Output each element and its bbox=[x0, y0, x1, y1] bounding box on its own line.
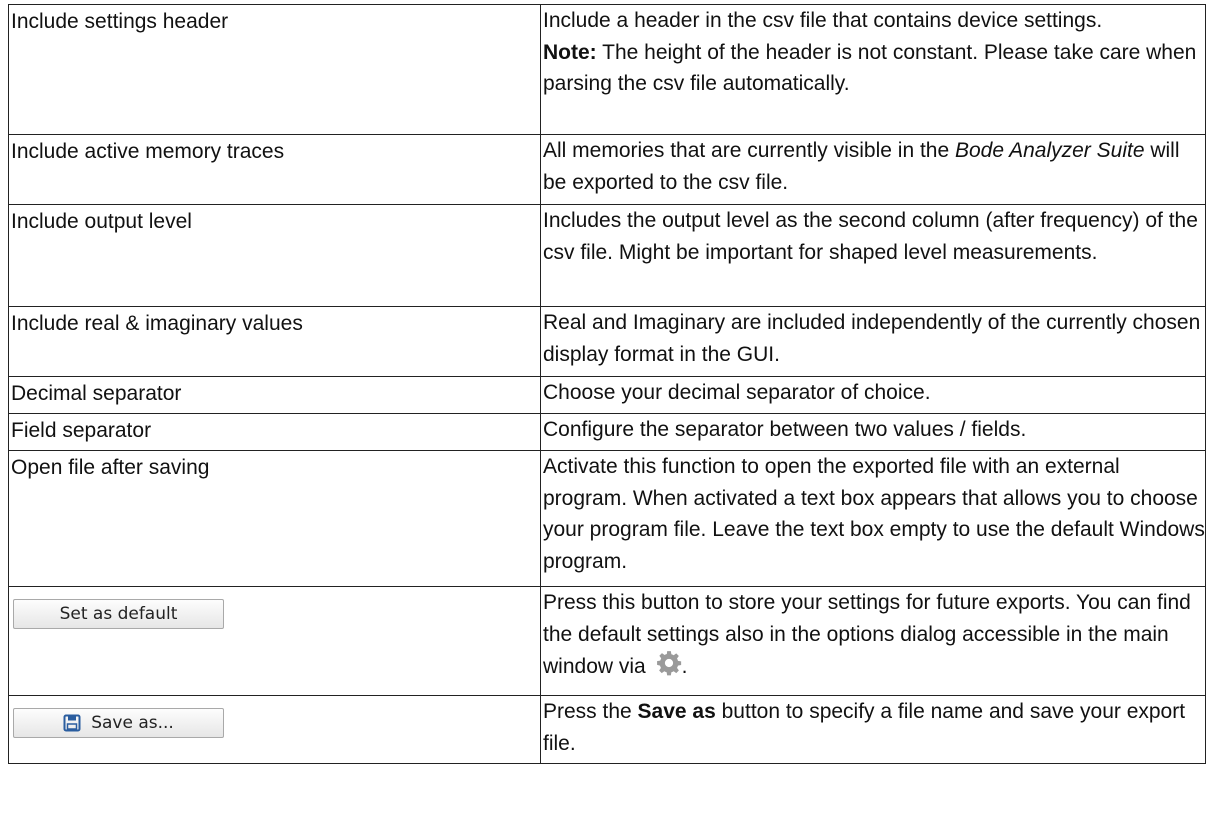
option-label: Open file after saving bbox=[11, 456, 210, 479]
product-name: Bode Analyzer Suite bbox=[955, 139, 1145, 162]
description-text: Press the bbox=[543, 700, 638, 723]
option-label: Include settings header bbox=[11, 10, 229, 33]
option-description: Press this button to store your settings… bbox=[543, 587, 1205, 683]
option-name-cell: Set as default bbox=[8, 586, 541, 696]
option-label: Field separator bbox=[11, 419, 152, 442]
option-description: Includes the output level as the second … bbox=[543, 209, 1198, 264]
option-description-cell: Include a header in the csv file that co… bbox=[540, 4, 1206, 135]
option-name-cell: Decimal separator bbox=[8, 376, 541, 414]
export-options-table: Include settings header Include a header… bbox=[8, 4, 1206, 764]
option-label: Include output level bbox=[11, 210, 192, 233]
table-row: Include output level Includes the output… bbox=[8, 204, 1206, 307]
table-row: Open file after saving Activate this fun… bbox=[8, 450, 1206, 587]
table-row: Set as default Press this button to stor… bbox=[8, 586, 1206, 696]
save-as-label: Save as... bbox=[91, 712, 174, 733]
table-row: Include active memory traces All memorie… bbox=[8, 134, 1206, 205]
option-name-cell: Include output level bbox=[8, 204, 541, 307]
description-text: Include a header in the csv file that co… bbox=[543, 9, 1103, 32]
description-text: . bbox=[681, 655, 688, 679]
description-text: All memories that are currently visible … bbox=[543, 139, 955, 162]
option-description-cell: All memories that are currently visible … bbox=[540, 134, 1206, 205]
table-row: Save as... Press the Save as button to s… bbox=[8, 695, 1206, 764]
note-label: Note: bbox=[543, 40, 597, 64]
option-description-cell: Press this button to store your settings… bbox=[540, 586, 1206, 696]
option-label: Include active memory traces bbox=[11, 140, 285, 163]
option-description-cell: Choose your decimal separator of choice. bbox=[540, 376, 1206, 414]
option-name-cell: Save as... bbox=[8, 695, 541, 764]
option-name-cell: Include settings header bbox=[8, 4, 541, 135]
floppy-disk-icon bbox=[63, 714, 81, 732]
option-description-cell: Configure the separator between two valu… bbox=[540, 413, 1206, 451]
option-description: Choose your decimal separator of choice. bbox=[543, 381, 931, 404]
button-reference: Save as bbox=[637, 700, 716, 723]
option-description: Include a header in the csv file that co… bbox=[543, 5, 1205, 100]
table-row: Decimal separator Choose your decimal se… bbox=[8, 376, 1206, 414]
option-label: Decimal separator bbox=[11, 382, 182, 405]
save-as-button[interactable]: Save as... bbox=[13, 708, 224, 738]
option-name-cell: Include real & imaginary values bbox=[8, 306, 541, 377]
option-description: Activate this function to open the expor… bbox=[543, 455, 1205, 573]
option-label: Include real & imaginary values bbox=[11, 312, 303, 335]
option-name-cell: Include active memory traces bbox=[8, 134, 541, 205]
note-text: The height of the header is not constant… bbox=[543, 40, 1197, 96]
option-description: Configure the separator between two valu… bbox=[543, 418, 1027, 441]
option-description-cell: Activate this function to open the expor… bbox=[540, 450, 1206, 587]
table-row: Include settings header Include a header… bbox=[8, 4, 1206, 135]
option-name-cell: Field separator bbox=[8, 413, 541, 451]
option-description-cell: Real and Imaginary are included independ… bbox=[540, 306, 1206, 377]
option-description: Real and Imaginary are included independ… bbox=[543, 311, 1201, 366]
table-row: Field separator Configure the separator … bbox=[8, 413, 1206, 451]
option-name-cell: Open file after saving bbox=[8, 450, 541, 587]
option-description: All memories that are currently visible … bbox=[543, 135, 1205, 198]
description-text: Press this button to store your settings… bbox=[543, 591, 1191, 679]
option-description-cell: Press the Save as button to specify a fi… bbox=[540, 695, 1206, 764]
gear-icon bbox=[656, 651, 681, 676]
table-row: Include real & imaginary values Real and… bbox=[8, 306, 1206, 377]
option-description-cell: Includes the output level as the second … bbox=[540, 204, 1206, 307]
option-description: Press the Save as button to specify a fi… bbox=[543, 696, 1205, 759]
set-as-default-button[interactable]: Set as default bbox=[13, 599, 224, 629]
